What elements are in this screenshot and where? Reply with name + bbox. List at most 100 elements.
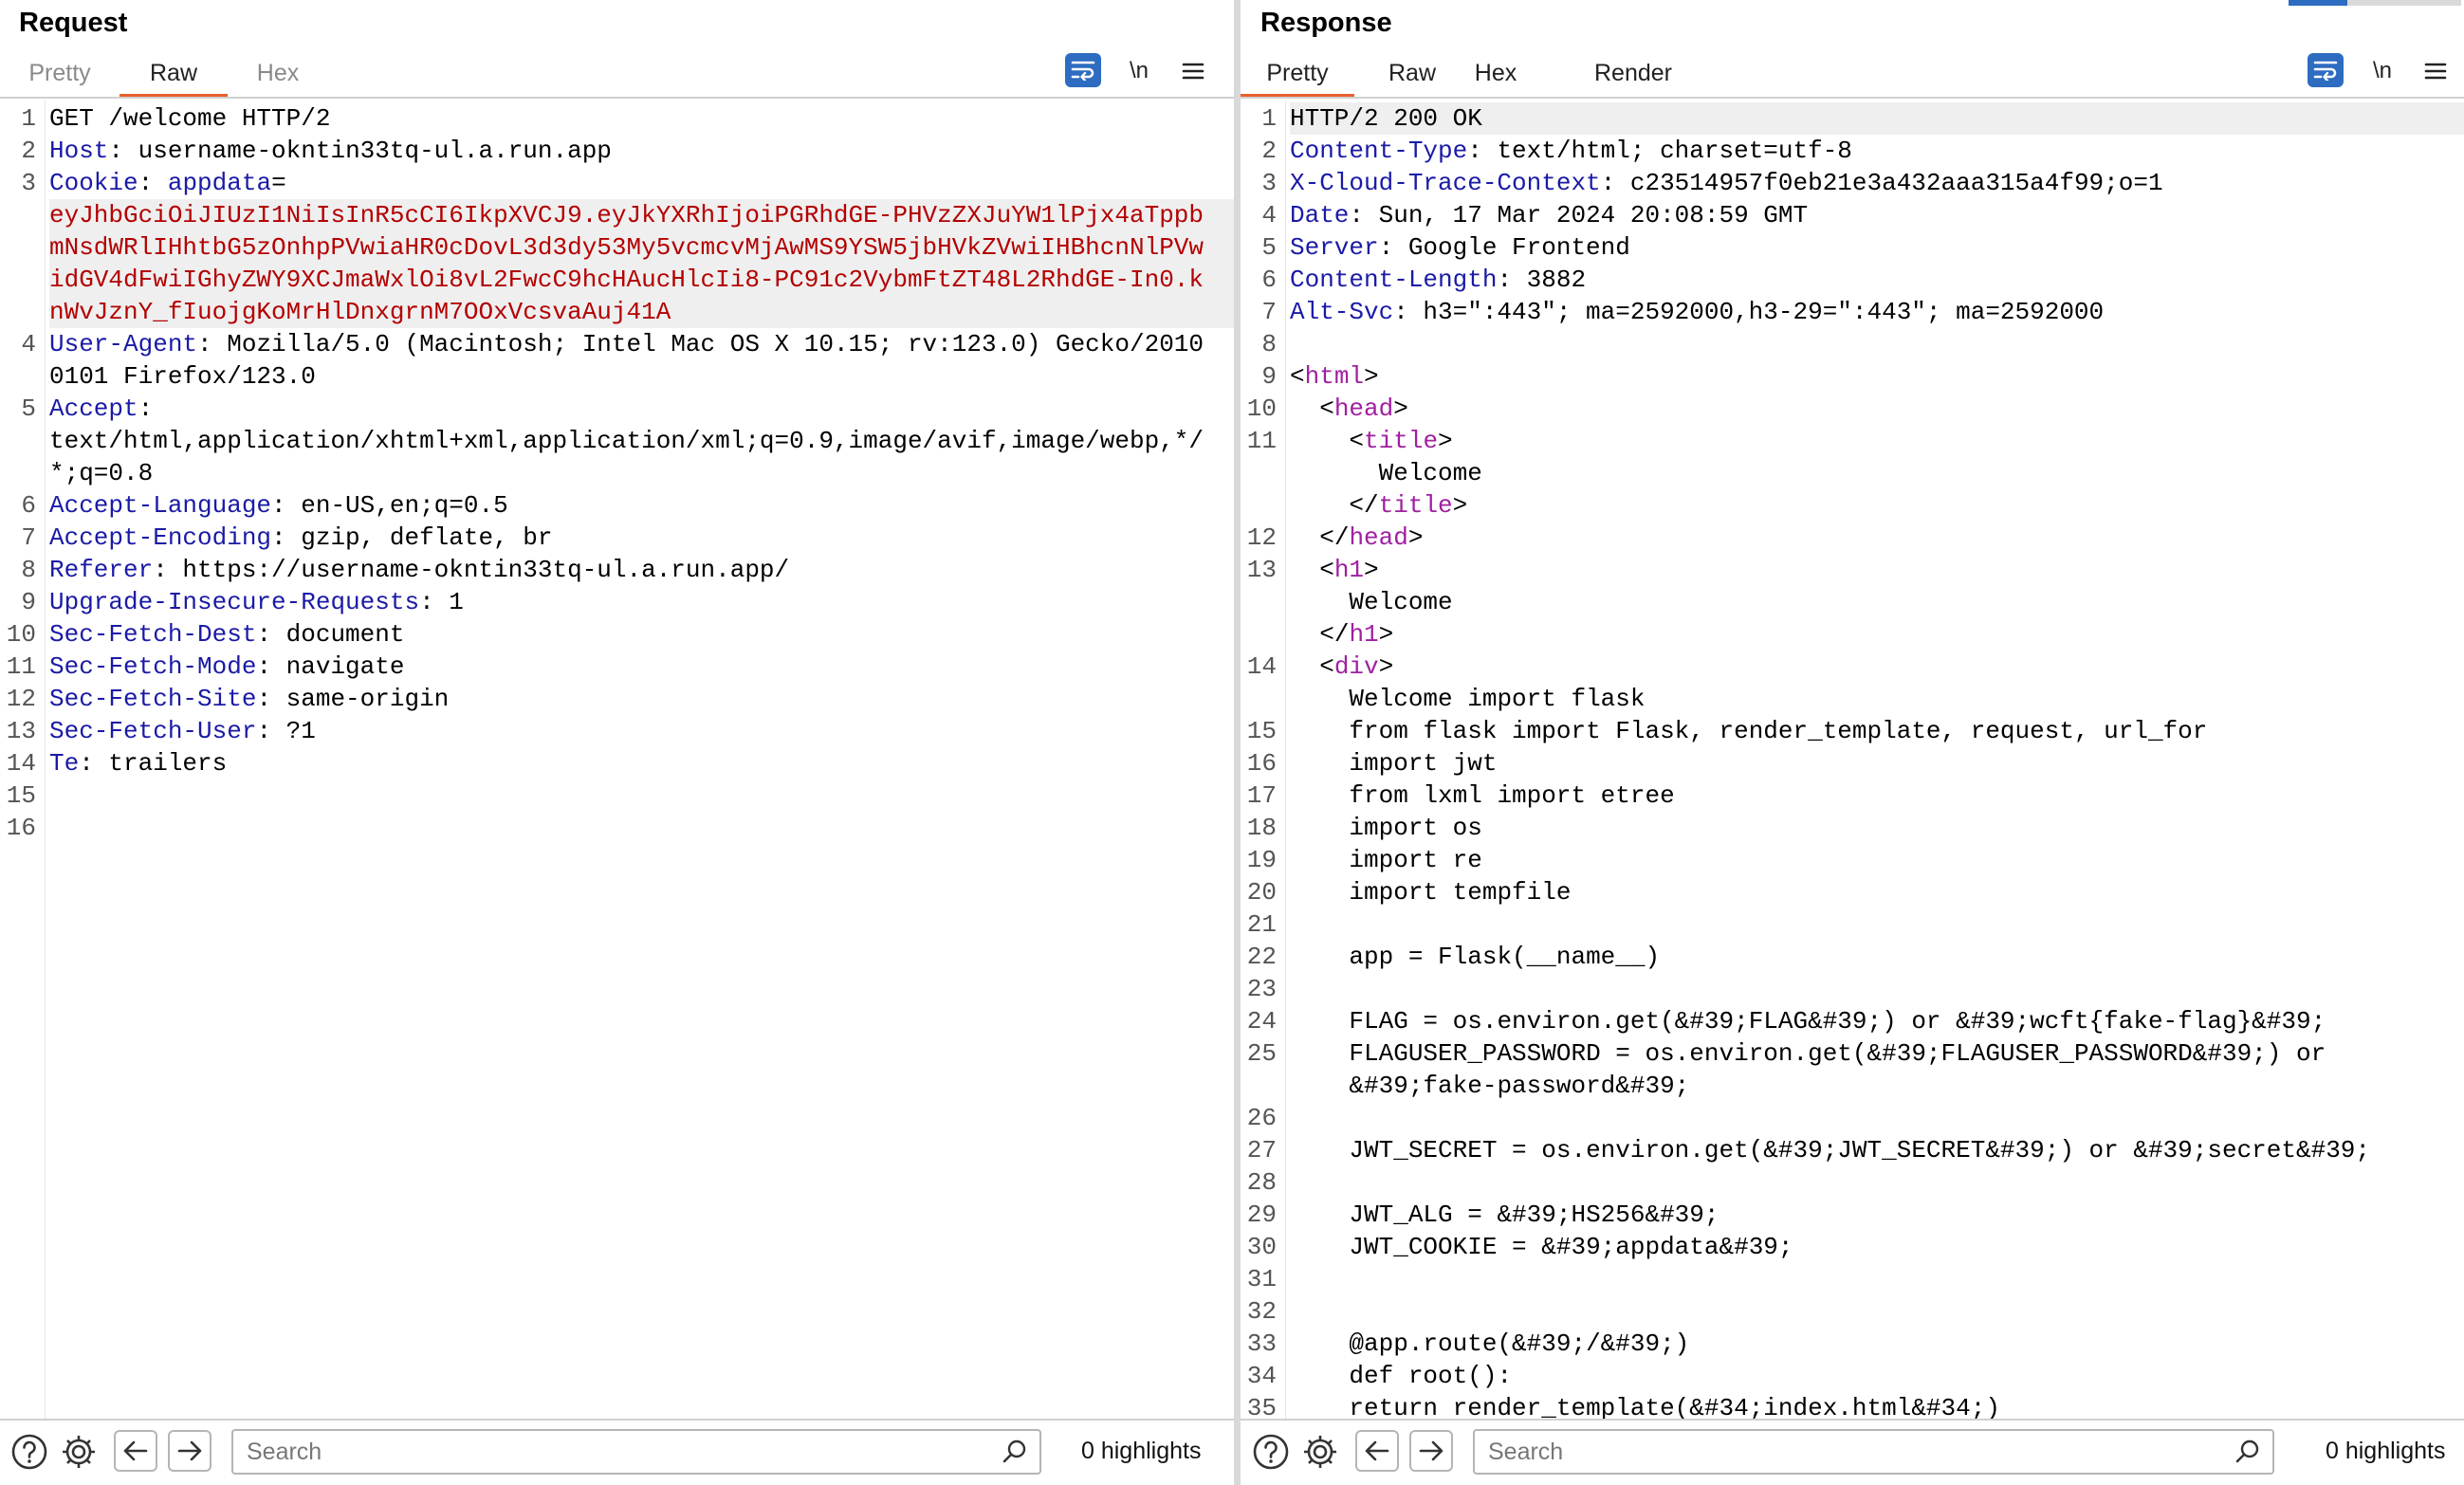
code-line[interactable]: 30 JWT_COOKIE = &#39;appdata&#39; xyxy=(1241,1231,2464,1263)
response-code[interactable]: 1 HTTP/2 200 OK 2 Content-Type: text/html; … xyxy=(1241,102,2464,1421)
code-line[interactable]: text/html,application/xhtml+xml,applicat… xyxy=(0,425,1234,489)
code-line[interactable]: 2 Content-Type: text/html; charset=utf-8 xyxy=(1241,135,2464,167)
code-line[interactable]: 12 </head> xyxy=(1241,522,2464,554)
code-line[interactable]: 31 xyxy=(1241,1263,2464,1295)
line-number xyxy=(0,199,49,328)
code-line[interactable]: 10 Sec-Fetch-Dest: document xyxy=(0,618,1234,651)
request-tab-pretty[interactable]: Pretty xyxy=(19,53,101,94)
previous-button[interactable] xyxy=(1355,1430,1399,1472)
code-line[interactable]: 34 def root(): xyxy=(1241,1360,2464,1392)
code-line[interactable]: 13 <h1> xyxy=(1241,554,2464,586)
search-input[interactable] xyxy=(1475,1431,2242,1473)
request-tab-raw[interactable]: Raw xyxy=(120,53,228,98)
search-icon[interactable] xyxy=(2234,1439,2261,1470)
request-search[interactable] xyxy=(231,1429,1041,1475)
code-line[interactable]: eyJhbGciOiJIUzI1NiIsInR5cCI6IkpXVCJ9.eyJ… xyxy=(0,199,1234,328)
menu-icon[interactable] xyxy=(2421,53,2450,89)
code-line[interactable]: 13 Sec-Fetch-User: ?1 xyxy=(0,715,1234,747)
code-line[interactable]: 11 Sec-Fetch-Mode: navigate xyxy=(0,651,1234,683)
wrap-lines-toggle[interactable] xyxy=(2308,53,2344,87)
code-line[interactable]: 17 from lxml import etree xyxy=(1241,779,2464,812)
response-editor[interactable]: 1 HTTP/2 200 OK 2 Content-Type: text/html; … xyxy=(1241,101,2464,1421)
code-line[interactable]: 25 FLAGUSER_PASSWORD = os.environ.get(&#… xyxy=(1241,1037,2464,1070)
response-tab-raw[interactable]: Raw xyxy=(1381,53,1443,94)
code-line[interactable]: 21 xyxy=(1241,908,2464,941)
line-text: Sec-Fetch-Site: same-origin xyxy=(49,683,1234,715)
code-line[interactable]: 19 import re xyxy=(1241,844,2464,876)
gear-icon[interactable] xyxy=(59,1432,99,1472)
request-editor[interactable]: 1 GET /welcome HTTP/2 2 Host: username-oknt… xyxy=(0,101,1234,1421)
wrap-lines-toggle[interactable] xyxy=(1065,53,1101,87)
code-line[interactable]: 8 Referer: https://username-okntin33tq-ul… xyxy=(0,554,1234,586)
code-text: : en-US,en;q=0.5 xyxy=(271,491,508,520)
code-line[interactable]: 5 Accept: xyxy=(0,393,1234,425)
code-line[interactable]: 14 <div> xyxy=(1241,651,2464,683)
code-line[interactable]: 2 Host: username-okntin33tq-ul.a.run.app xyxy=(0,135,1234,167)
code-line[interactable]: </h1> xyxy=(1241,618,2464,651)
help-icon[interactable] xyxy=(9,1432,49,1472)
pane-divider[interactable] xyxy=(1234,0,1241,1485)
line-number: 16 xyxy=(6,814,36,842)
newline-toggle[interactable]: \n xyxy=(2368,53,2397,89)
code-line[interactable]: 16 import jwt xyxy=(1241,747,2464,779)
request-tab-hex[interactable]: Hex xyxy=(245,53,311,94)
menu-icon[interactable] xyxy=(1179,53,1207,89)
code-line[interactable]: 6 Accept-Language: en-US,en;q=0.5 xyxy=(0,489,1234,522)
previous-button[interactable] xyxy=(114,1430,157,1472)
code-line[interactable]: 5 Server: Google Frontend xyxy=(1241,231,2464,264)
code-line[interactable]: 12 Sec-Fetch-Site: same-origin xyxy=(0,683,1234,715)
request-code[interactable]: 1 GET /welcome HTTP/2 2 Host: username-oknt… xyxy=(0,102,1234,844)
code-line[interactable]: 22 app = Flask(__name__) xyxy=(1241,941,2464,973)
code-line[interactable]: 9 Upgrade-Insecure-Requests: 1 xyxy=(0,586,1234,618)
code-line[interactable]: 16 xyxy=(0,812,1234,844)
code-line[interactable]: 26 xyxy=(1241,1102,2464,1134)
response-tab-hex[interactable]: Hex xyxy=(1462,53,1529,94)
code-line[interactable]: 3 Cookie: appdata= xyxy=(0,167,1234,199)
code-line[interactable]: 29 JWT_ALG = &#39;HS256&#39; xyxy=(1241,1199,2464,1231)
code-line[interactable]: Welcome xyxy=(1241,457,2464,489)
code-line[interactable]: 15 xyxy=(0,779,1234,812)
code-line[interactable]: 15 from flask import Flask, render_templ… xyxy=(1241,715,2464,747)
code-line[interactable]: 27 JWT_SECRET = os.environ.get(&#39;JWT_… xyxy=(1241,1134,2464,1166)
code-line[interactable]: 11 <title> xyxy=(1241,425,2464,457)
code-line[interactable]: 33 @app.route(&#39;/&#39;) xyxy=(1241,1328,2464,1360)
response-search[interactable] xyxy=(1473,1429,2274,1475)
help-icon[interactable] xyxy=(1251,1432,1291,1472)
code-line[interactable]: </title> xyxy=(1241,489,2464,522)
code-line[interactable]: 3 X-Cloud-Trace-Context: c23514957f0eb21e… xyxy=(1241,167,2464,199)
code-line[interactable]: 10 <head> xyxy=(1241,393,2464,425)
code-line[interactable]: 1 HTTP/2 200 OK xyxy=(1241,102,2464,135)
code-line[interactable]: 7 Alt-Svc: h3=":443"; ma=2592000,h3-29=":… xyxy=(1241,296,2464,328)
gear-icon[interactable] xyxy=(1300,1432,1340,1472)
code-line[interactable]: Welcome import flask xyxy=(1241,683,2464,715)
next-button[interactable] xyxy=(168,1430,211,1472)
line-text: Server: Google Frontend xyxy=(1290,231,2464,264)
search-input[interactable] xyxy=(233,1431,1009,1473)
line-text: Te: trailers xyxy=(49,747,1234,779)
line-number: 21 xyxy=(1246,910,1277,939)
code-line[interactable]: 6 Content-Length: 3882 xyxy=(1241,264,2464,296)
code-line[interactable]: 9 <html> xyxy=(1241,360,2464,393)
code-line[interactable]: 18 import os xyxy=(1241,812,2464,844)
code-line[interactable]: 24 FLAG = os.environ.get(&#39;FLAG&#39;)… xyxy=(1241,1005,2464,1037)
newline-toggle[interactable]: \n xyxy=(1125,53,1153,89)
next-button[interactable] xyxy=(1409,1430,1453,1472)
code-line[interactable]: 4 Date: Sun, 17 Mar 2024 20:08:59 GMT xyxy=(1241,199,2464,231)
code-line[interactable]: &#39;fake-password&#39; xyxy=(1241,1070,2464,1102)
code-line[interactable]: 32 xyxy=(1241,1295,2464,1328)
response-tab-pretty[interactable]: Pretty xyxy=(1241,53,1354,98)
code-line[interactable]: 20 import tempfile xyxy=(1241,876,2464,908)
search-icon[interactable] xyxy=(1002,1439,1028,1470)
code-line[interactable]: 23 xyxy=(1241,973,2464,1005)
code-line[interactable]: 35 return render_template(&#34;index.htm… xyxy=(1241,1392,2464,1421)
code-line[interactable]: 4 User-Agent: Mozilla/5.0 (Macintosh; Int… xyxy=(0,328,1234,393)
code-line[interactable]: 1 GET /welcome HTTP/2 xyxy=(0,102,1234,135)
code-line[interactable]: 14 Te: trailers xyxy=(0,747,1234,779)
code-line[interactable]: 7 Accept-Encoding: gzip, deflate, br xyxy=(0,522,1234,554)
code-line[interactable]: 8 xyxy=(1241,328,2464,360)
response-tab-render[interactable]: Render xyxy=(1584,53,1683,94)
code-line[interactable]: Welcome xyxy=(1241,586,2464,618)
code-line[interactable]: 28 xyxy=(1241,1166,2464,1199)
line-text: <html> xyxy=(1290,360,2464,393)
header-name: Content-Length xyxy=(1290,266,1498,294)
